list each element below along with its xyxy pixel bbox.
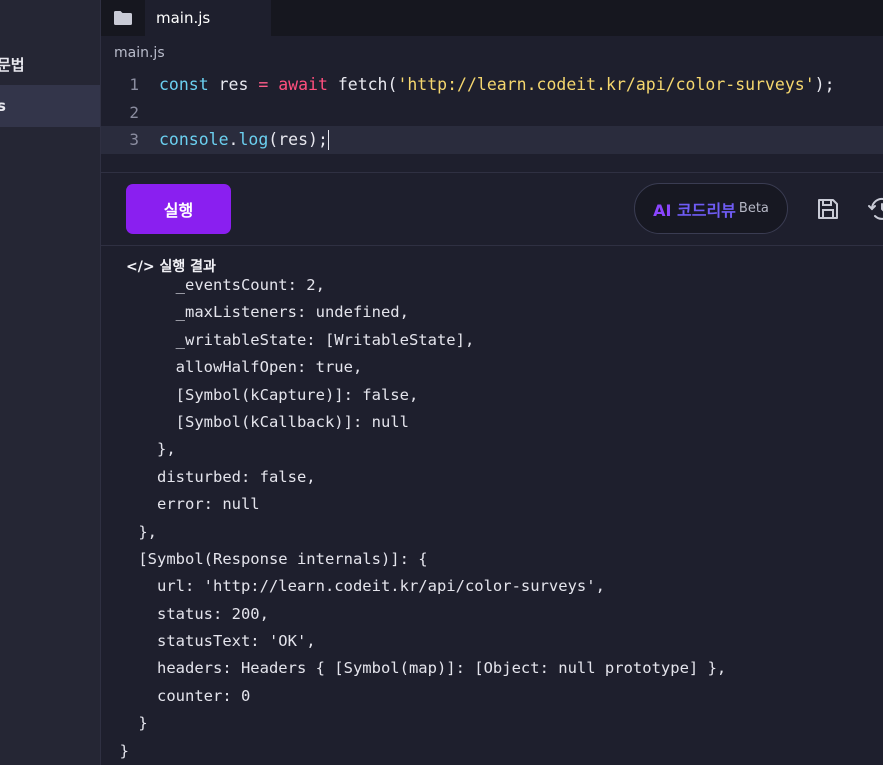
output-line: _eventsCount: 2,	[101, 277, 325, 294]
code-line[interactable]: 2	[101, 99, 883, 127]
beta-badge: Beta	[738, 201, 769, 216]
code-line-content: console.log(res);	[159, 129, 329, 150]
output-lines: _eventsCount: 2, _maxListeners: undefine…	[101, 277, 727, 765]
divider	[101, 245, 883, 246]
code-function: fetch(	[327, 75, 398, 95]
code-args: (res);	[268, 129, 328, 149]
output-line: url: 'http://learn.codeit.kr/api/color-s…	[101, 577, 605, 596]
code-method: log	[238, 129, 269, 149]
output-line: },	[101, 522, 157, 541]
save-icon	[818, 199, 838, 219]
divider	[101, 172, 883, 173]
output-line: allowHalfOpen: true,	[101, 358, 363, 377]
code-line-active[interactable]: 3 console.log(res);	[101, 126, 883, 154]
folder-icon	[114, 11, 132, 25]
sidebar-item-grammar[interactable]: 문법	[0, 43, 100, 85]
result-title: </> 실행 결과	[126, 259, 216, 275]
code-object: console	[159, 129, 229, 149]
editor-tab-bar: main.js	[101, 0, 883, 36]
output-line: },	[101, 440, 176, 459]
line-number: 3	[129, 130, 139, 150]
history-icon	[868, 197, 883, 220]
tab-main-js[interactable]: main.js	[145, 0, 271, 36]
ai-label: AI	[653, 200, 672, 220]
output-line: _writableState: [WritableState],	[101, 330, 475, 349]
code-dot: .	[228, 129, 239, 149]
file-name-label: main.js	[114, 45, 165, 61]
history-button[interactable]	[866, 194, 883, 224]
sidebar: 문법 s	[0, 0, 101, 765]
file-explorer-button[interactable]	[101, 0, 145, 36]
code-string: 'http://learn.codeit.kr/api/color-survey…	[397, 75, 815, 95]
output-line: [Symbol(Response internals)]: {	[101, 549, 428, 568]
output-line: counter: 0	[101, 686, 251, 705]
sidebar-item-label: 문법	[0, 55, 25, 74]
output-line: [Symbol(kCapture)]: false,	[101, 385, 419, 404]
output-console[interactable]: _eventsCount: 2, _maxListeners: undefine…	[101, 277, 883, 765]
sidebar-item-active[interactable]: s	[0, 85, 100, 127]
output-line: }	[101, 741, 129, 760]
text-cursor	[327, 130, 329, 150]
save-button[interactable]	[815, 196, 841, 222]
line-number: 2	[129, 102, 139, 122]
code-end: );	[814, 75, 835, 95]
run-button[interactable]: 실행	[126, 184, 231, 234]
sidebar-item-label: s	[0, 97, 6, 115]
code-line-content: const res = await fetch('http://learn.co…	[159, 75, 835, 94]
tab-label: main.js	[156, 9, 211, 27]
code-review-label: 코드리뷰	[671, 200, 736, 220]
code-editor[interactable]: 1 const res = await fetch('http://learn.…	[101, 71, 883, 154]
output-line: status: 200,	[101, 604, 269, 623]
code-await: await	[278, 75, 328, 95]
code-line[interactable]: 1 const res = await fetch('http://learn.…	[101, 71, 883, 99]
output-line: _maxListeners: undefined,	[101, 303, 409, 322]
ai-code-review-button[interactable]: AI 코드리뷰 Beta	[634, 183, 788, 234]
output-line: disturbed: false,	[101, 467, 316, 486]
ai-review-label: AI 코드리뷰	[653, 197, 736, 221]
output-line: error: null	[101, 495, 260, 514]
output-line: statusText: 'OK',	[101, 632, 316, 651]
code-keyword: const	[159, 75, 209, 95]
code-identifier: res	[208, 75, 259, 95]
output-line: }	[101, 714, 148, 733]
output-line: headers: Headers { [Symbol(map)]: [Objec…	[101, 659, 727, 678]
output-line: [Symbol(kCallback)]: null	[101, 412, 409, 431]
line-number: 1	[129, 75, 139, 95]
code-operator: =	[258, 75, 269, 95]
